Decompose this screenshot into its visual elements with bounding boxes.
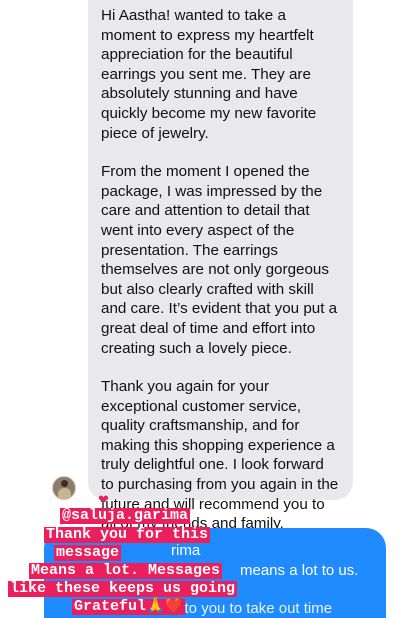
avatar-body-shape bbox=[58, 488, 71, 499]
sender-avatar[interactable] bbox=[52, 476, 76, 500]
caption-line-4: like these keeps us going bbox=[8, 580, 238, 597]
pray-heart-emoji-icon: 🙏❤️ bbox=[146, 598, 184, 615]
message-paragraph-1: Hi Aastha! wanted to take a moment to ex… bbox=[101, 7, 317, 142]
caption-line-3: Means a lot. Messages bbox=[29, 562, 223, 579]
caption-line-2: message bbox=[54, 544, 122, 561]
caption-line-1: Thank you for this bbox=[44, 526, 211, 543]
caption-line-5: Grateful🙏❤️ bbox=[72, 598, 186, 615]
outgoing-text-line-2: means a lot to us. bbox=[240, 562, 359, 579]
avatar-head-shape bbox=[61, 480, 68, 487]
caption-grateful-text: Grateful bbox=[74, 598, 147, 615]
heart-reaction-icon[interactable]: ❤ bbox=[98, 493, 109, 507]
message-paragraph-2: From the moment I opened the package, I … bbox=[101, 163, 338, 357]
incoming-message-bubble[interactable]: Hi Aastha! wanted to take a moment to ex… bbox=[88, 0, 353, 532]
mention-sticker[interactable]: @saluja.garima bbox=[60, 508, 191, 524]
outgoing-text-line-1: rima bbox=[171, 542, 201, 559]
